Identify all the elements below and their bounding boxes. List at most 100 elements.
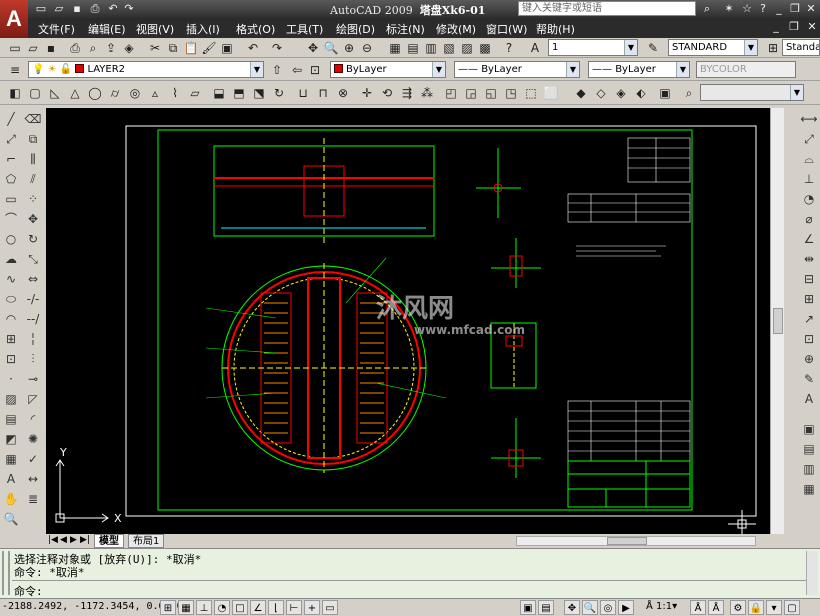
command-prompt[interactable]: 命令: [14,583,43,599]
array-icon[interactable]: ⁘ [24,190,42,208]
qnew-icon[interactable]: ▭ [6,39,24,57]
help-toolbar-icon[interactable]: ? [500,39,518,57]
close-icon[interactable]: ✕ [804,2,818,16]
paste-icon[interactable]: 📋 [182,39,200,57]
color-combo[interactable]: ByLayer ▼ [330,61,446,78]
publish-icon[interactable]: ⇪ [102,39,120,57]
copy-icon[interactable]: ⧉ [164,39,182,57]
layer-states-icon[interactable]: ⊡ [306,61,324,79]
search-input[interactable]: 键入关键字或短语 [518,1,696,16]
steering-wheel-icon[interactable]: ◎ [600,600,616,615]
offset-icon[interactable]: ⫽ [24,170,42,188]
pan-status-icon[interactable]: ✥ [564,600,580,615]
ellipse-arc-icon[interactable]: ◠ [2,310,20,328]
undo-icon[interactable]: ↶ [106,2,120,16]
layer-manager-icon[interactable]: ≡ [6,61,24,79]
3d-array-icon[interactable]: ⁂ [418,84,436,102]
construction-line-icon[interactable]: ⤢ [2,130,20,148]
spline-icon[interactable]: ∿ [2,270,20,288]
camera-icon[interactable]: ▣ [656,84,674,102]
ne-iso-icon[interactable]: ◈ [612,84,630,102]
redo-toolbar-icon[interactable]: ↷ [268,39,286,57]
scroll-thumb[interactable] [773,308,783,334]
3d-dwf-icon[interactable]: ◈ [120,39,138,57]
tab-nav-first-icon[interactable]: |◀ [48,535,58,545]
menu-modify[interactable]: 修改(M) [436,21,476,37]
layout-space-icon[interactable]: ▤ [538,600,554,615]
insert-block-icon[interactable]: ⊞ [2,330,20,348]
make-block-icon[interactable]: ⊡ [2,350,20,368]
move-icon[interactable]: ✥ [24,210,42,228]
quickcalc-icon[interactable]: ▩ [476,39,494,57]
planar-surface-icon[interactable]: ▱ [186,84,204,102]
dim-style-combo[interactable]: Standar [782,39,820,56]
model-space-icon[interactable]: ▣ [520,600,536,615]
clean-screen-icon[interactable]: ▢ [784,600,800,615]
annotation-scale[interactable]: Å 1:1▾ [646,601,677,612]
menu-window[interactable]: 窗口(W) [486,21,527,37]
mirror-icon[interactable]: ⫼ [24,150,42,168]
bottom-view-icon[interactable]: ◲ [462,84,480,102]
rotate-icon[interactable]: ↻ [24,230,42,248]
scale-combo[interactable]: 1 ▼ [548,39,638,56]
zoom-side-icon[interactable]: 🔍 [2,510,20,528]
rectangle-icon[interactable]: ▭ [2,190,20,208]
save-icon[interactable]: ▪ [70,2,84,16]
dim-baseline-icon[interactable]: ⊟ [800,270,818,288]
cylinder-icon[interactable]: ⌭ [106,84,124,102]
lock-icon[interactable]: 🔒 [748,600,764,615]
trim-icon[interactable]: -/- [24,290,42,308]
tab-nav-next-icon[interactable]: ▶ [70,535,77,545]
dim-edit-icon[interactable]: ✎ [800,370,818,388]
workspace-icon[interactable]: ⚙ [730,600,746,615]
dim-ordinate-icon[interactable]: ⊥ [800,170,818,188]
menu-file[interactable]: 文件(F) [38,21,75,37]
zoom-status-icon[interactable]: 🔍 [582,600,598,615]
status-tray-icon[interactable]: ▾ [766,600,782,615]
dim-angular-icon[interactable]: ∠ [800,230,818,248]
cut-icon[interactable]: ✂ [146,39,164,57]
command-window-grip[interactable] [2,551,10,595]
copy-object-icon[interactable]: ⧉ [24,130,42,148]
dim-style-icon[interactable]: ✎ [644,39,662,57]
showmotion-icon[interactable]: ▶ [618,600,634,615]
vertical-scrollbar[interactable] [770,108,784,534]
pan-side-icon[interactable]: ✋ [2,490,20,508]
clip-icon[interactable]: ▦ [800,480,818,498]
save-toolbar-icon[interactable]: ▪ [42,39,60,57]
close-doc-icon[interactable]: ✕ [804,19,820,35]
pan-icon[interactable]: ✥ [304,39,322,57]
dim-aligned-icon[interactable]: ⤢ [800,130,818,148]
dim-diameter-icon[interactable]: ⌀ [800,210,818,228]
front-view-icon[interactable]: ⬚ [522,84,540,102]
coordinate-readout[interactable]: -2188.2492, -1172.3454, 0.0000 [2,601,183,612]
minimize-doc-icon[interactable]: _ [768,19,784,35]
box-icon[interactable]: ▢ [26,84,44,102]
wedge-icon[interactable]: ◺ [46,84,64,102]
sheet-set-icon[interactable]: ▧ [440,39,458,57]
subtract-icon[interactable]: ⊓ [314,84,332,102]
right-view-icon[interactable]: ◳ [502,84,520,102]
point-icon[interactable]: · [2,370,20,388]
plot-preview-icon[interactable]: ⌕ [84,39,102,57]
menu-help[interactable]: 帮助(H) [536,21,575,37]
qleader-icon[interactable]: ↗ [800,310,818,328]
undo-toolbar-icon[interactable]: ↶ [244,39,262,57]
3d-align-icon[interactable]: ⇶ [398,84,416,102]
arc-icon[interactable]: ⌒ [2,210,20,228]
polyline-icon[interactable]: ⌐ [2,150,20,168]
make-current-layer-icon[interactable]: ⇧ [268,61,286,79]
erase-icon[interactable]: ⌫ [24,110,42,128]
break-icon[interactable]: ⫶ [24,350,42,368]
text-style-icon[interactable]: A [526,39,544,57]
multiline-text-icon[interactable]: A [2,470,20,488]
markup-icon[interactable]: ▨ [458,39,476,57]
match-properties-icon[interactable]: 🖌 [200,39,218,57]
3d-rotate-icon[interactable]: ⟲ [378,84,396,102]
zoom-previous-icon[interactable]: ⊖ [358,39,376,57]
menu-view[interactable]: 视图(V) [136,21,174,37]
tab-nav-last-icon[interactable]: ▶| [80,535,90,545]
gradient-icon[interactable]: ▤ [2,410,20,428]
layer-combo[interactable]: 💡 ☀ 🔓 LAYER2 ▼ [28,61,264,78]
chamfer-icon[interactable]: ◸ [24,390,42,408]
